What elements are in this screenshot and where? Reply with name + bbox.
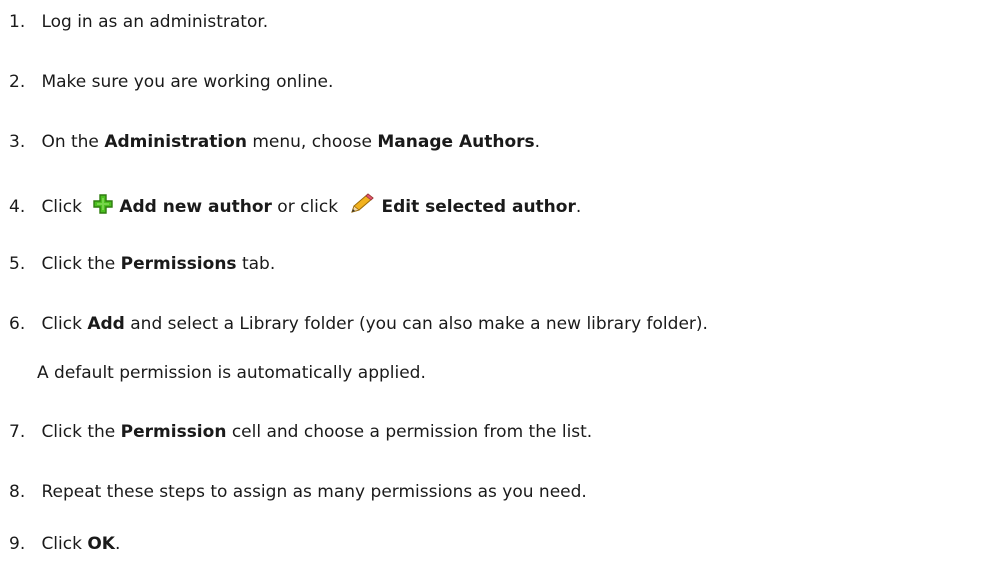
step-number: 4. — [9, 197, 37, 217]
administration-menu-name: Administration — [104, 132, 247, 152]
step-text-pre: Click the — [41, 422, 121, 442]
step-text: Log in as an administrator. — [41, 12, 269, 32]
step-number: 8. — [9, 482, 37, 502]
step-text-pre: Click — [41, 197, 88, 217]
edit-selected-author-command: Edit selected author — [381, 197, 576, 217]
step-number: 9. — [9, 534, 37, 554]
step-number: 7. — [9, 422, 37, 442]
permission-cell-name: Permission — [120, 422, 227, 442]
pencil-icon — [350, 192, 376, 220]
step-4: 4. Click Add new author or click Edit se… — [9, 192, 582, 217]
step-text-post: cell and choose a permission from the li… — [226, 422, 593, 442]
step-text: Make sure you are working online. — [41, 72, 334, 92]
step-6: 6. Click Add and select a Library folder… — [9, 313, 708, 335]
step-text-post: and select a Library folder (you can als… — [124, 314, 708, 334]
step-number: 5. — [9, 254, 37, 274]
step-text-post: . — [114, 534, 121, 554]
green-plus-icon — [93, 194, 114, 220]
step-text-post: . — [575, 197, 582, 217]
step-text-pre: Click — [41, 534, 88, 554]
step-text: Repeat these steps to assign as many per… — [41, 482, 587, 502]
step-text-pre: On the — [41, 132, 105, 152]
step-text-pre: Click the — [41, 254, 121, 274]
step-3: 3. On the Administration menu, choose Ma… — [9, 131, 540, 153]
step-8: 8. Repeat these steps to assign as many … — [9, 481, 587, 503]
step-text-pre: Click — [41, 314, 88, 334]
step-7: 7. Click the Permission cell and choose … — [9, 421, 592, 443]
add-command: Add — [87, 314, 125, 334]
step-number: 2. — [9, 72, 37, 92]
step-6-note: A default permission is automatically ap… — [37, 363, 426, 383]
step-1: 1. Log in as an administrator. — [9, 11, 268, 33]
step-number: 3. — [9, 132, 37, 152]
step-5: 5. Click the Permissions tab. — [9, 253, 275, 275]
permissions-tab-name: Permissions — [120, 254, 237, 274]
step-2: 2. Make sure you are working online. — [9, 71, 333, 93]
step-text-post: tab. — [236, 254, 276, 274]
add-new-author-command: Add new author — [119, 197, 272, 217]
ok-command: OK — [87, 534, 115, 554]
step-9: 9. Click OK. — [9, 533, 120, 555]
step-text-post: . — [534, 132, 541, 152]
manage-authors-command: Manage Authors — [377, 132, 535, 152]
step-text-mid: menu, choose — [246, 132, 378, 152]
step-number: 1. — [9, 12, 37, 32]
step-text-mid: or click — [271, 197, 344, 217]
step-number: 6. — [9, 314, 37, 334]
